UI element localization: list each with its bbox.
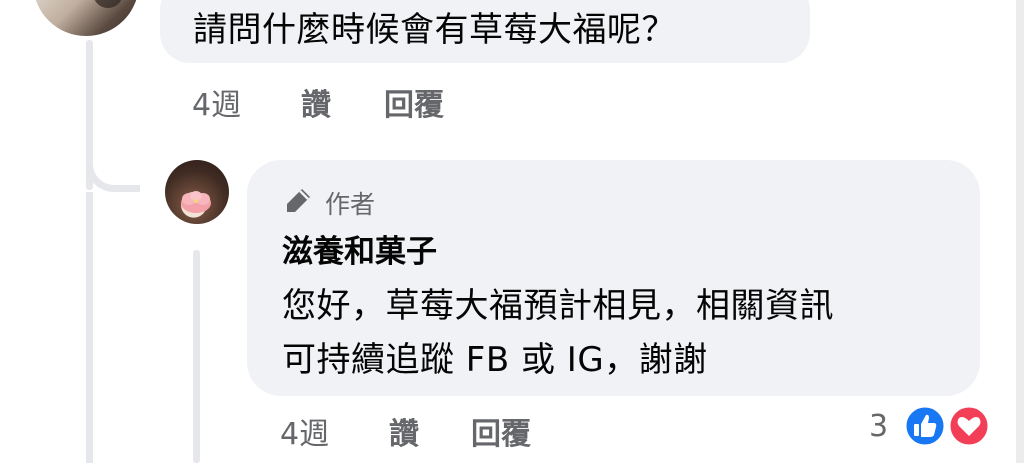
reply-time[interactable]: 4週 (280, 409, 329, 453)
reaction-count[interactable]: 3 (869, 409, 888, 444)
thread-connector (86, 130, 140, 192)
love-icon[interactable] (947, 404, 991, 448)
wagashi-flower-icon (181, 191, 211, 213)
like-button[interactable]: 讚 (301, 80, 331, 124)
like-icon[interactable] (903, 404, 947, 448)
reply-button[interactable]: 回覆 (471, 409, 531, 453)
commenter-avatar[interactable] (33, 0, 139, 36)
comment-time[interactable]: 4週 (192, 80, 241, 124)
like-button[interactable]: 讚 (389, 409, 419, 453)
reply-text-line: 您好，草莓大福預計相見，相關資訊 (282, 286, 834, 326)
reply-text-line: 可持續追蹤 FB 或 IG，謝謝 (282, 340, 708, 380)
author-avatar[interactable] (165, 160, 229, 224)
author-name[interactable]: 滋養和菓子 (282, 226, 437, 271)
author-badge: 作者 (325, 190, 376, 219)
reply-thread-line (193, 250, 200, 463)
scroll-edge (1016, 0, 1024, 463)
reply-button[interactable]: 回覆 (384, 80, 444, 124)
comment-text: 請問什麼時候會有草莓大福呢？ (193, 10, 676, 50)
pen-icon (287, 189, 310, 212)
thread-line (86, 192, 93, 463)
